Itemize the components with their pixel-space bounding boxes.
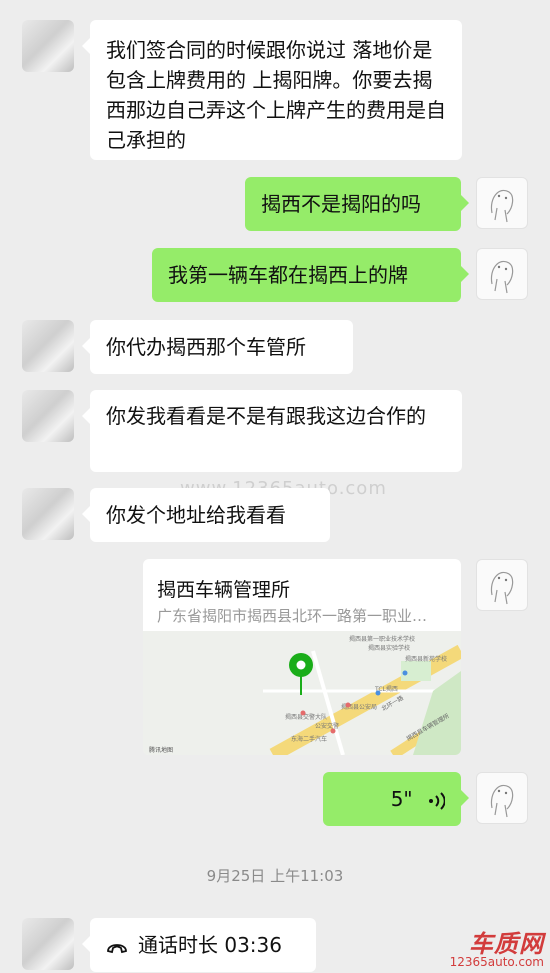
message-bubble[interactable]: 我第一辆车都在揭西上的牌 <box>152 248 469 302</box>
message-bubble[interactable]: 你发我看看是不是有跟我这边合作的 <box>82 390 462 472</box>
timestamp: 9月25日 上午11:03 <box>206 867 344 885</box>
voice-duration: 5" <box>390 787 413 811</box>
message-bubble[interactable]: 我们签合同的时候跟你说过 落地价是包含上牌费用的 上揭阳牌。你要去揭西那边自己弄… <box>82 20 462 160</box>
avatar-self[interactable] <box>476 177 528 229</box>
map-label: 揭西县实验学校 <box>368 644 410 652</box>
avatar-dealer[interactable] <box>22 320 74 372</box>
voice-message-bubble[interactable]: 5" <box>323 772 469 826</box>
call-record-bubble[interactable]: 通话时长 03:36 <box>82 918 316 972</box>
avatar-self[interactable] <box>476 772 528 824</box>
message-text: 我们签合同的时候跟你说过 落地价是包含上牌费用的 上揭阳牌。你要去揭西那边自己弄… <box>106 38 446 152</box>
avatar-dealer[interactable] <box>22 488 74 540</box>
avatar-dealer[interactable] <box>22 20 74 72</box>
avatar-dealer[interactable] <box>22 918 74 970</box>
message-bubble[interactable]: 你代办揭西那个车管所 <box>82 320 353 374</box>
map-label: 揭西县交警大队 <box>285 713 327 721</box>
avatar-dealer[interactable] <box>22 390 74 442</box>
message-bubble[interactable]: 揭西不是揭阳的吗 <box>245 177 469 231</box>
phone-icon <box>107 943 127 953</box>
message-text: 你发个地址给我看看 <box>106 503 286 527</box>
brand-url: 12365auto.com <box>449 955 544 969</box>
map-provider-label: 腾讯地图 <box>149 746 173 754</box>
avatar-self[interactable] <box>476 248 528 300</box>
location-card[interactable]: 揭西车辆管理所 广东省揭阳市揭西县北环一路第一职业… 揭西县第一职业技术学校 揭… <box>143 559 461 755</box>
map-label: 东海二手汽车 <box>291 735 327 743</box>
map-preview[interactable]: 揭西县第一职业技术学校 揭西县实验学校 揭西县新苑学校 TCL揭西 揭西县公安局… <box>143 631 461 755</box>
message-text: 你代办揭西那个车管所 <box>106 335 306 359</box>
call-duration-label: 通话时长 03:36 <box>138 933 282 957</box>
avatar-self[interactable] <box>476 559 528 611</box>
map-label: 揭西县新苑学校 <box>405 655 447 663</box>
message-text: 你发我看看是不是有跟我这边合作的 <box>106 404 426 428</box>
location-title: 揭西车辆管理所 <box>157 579 291 601</box>
message-text: 揭西不是揭阳的吗 <box>261 192 421 216</box>
map-label: 公安交警 <box>315 722 339 730</box>
map-label: 揭西县第一职业技术学校 <box>349 635 415 643</box>
brand-logo: 车质网 12365auto.com <box>450 924 544 969</box>
message-bubble[interactable]: 你发个地址给我看看 <box>82 488 330 542</box>
brand-name: 车质网 <box>469 930 544 958</box>
voice-wave-icon <box>429 791 445 810</box>
message-text: 我第一辆车都在揭西上的牌 <box>168 263 408 287</box>
location-address: 广东省揭阳市揭西县北环一路第一职业… <box>157 607 428 625</box>
